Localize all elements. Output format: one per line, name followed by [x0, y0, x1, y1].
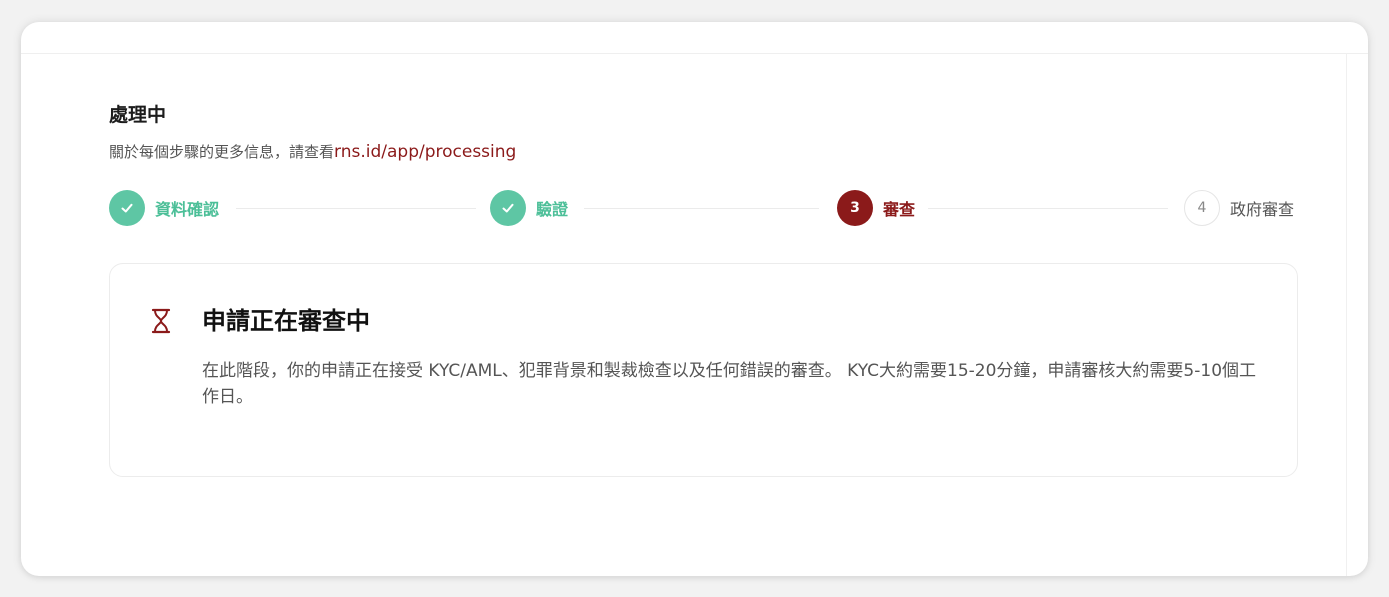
- page-subtitle: 關於每個步驟的更多信息，請查看rns.id/app/processing: [109, 142, 516, 162]
- check-icon: [502, 203, 514, 213]
- step-connector: [236, 208, 476, 209]
- step-connector: [928, 208, 1168, 209]
- step-label: 資料確認: [155, 200, 220, 219]
- page-title: 處理中: [109, 104, 167, 126]
- processing-info-link[interactable]: rns.id/app/processing: [334, 142, 516, 162]
- panel-heading: 申請正在審查中: [202, 307, 370, 335]
- step-connector: [584, 208, 819, 209]
- step-data-confirmation: 資料確認: [109, 190, 219, 226]
- divider: [21, 53, 1368, 54]
- processing-card: 處理中 關於每個步驟的更多信息，請查看rns.id/app/processing…: [21, 22, 1368, 576]
- step-number: 3: [837, 190, 873, 226]
- step-label: 審查: [883, 200, 916, 219]
- step-review: 3 審查: [837, 190, 915, 226]
- check-icon: [121, 203, 133, 213]
- step-number: 4: [1184, 190, 1220, 226]
- step-label: 驗證: [536, 200, 569, 219]
- step-verification: 驗證: [490, 190, 568, 226]
- step-status-circle: [109, 190, 145, 226]
- divider: [1346, 53, 1347, 576]
- step-label: 政府審查: [1230, 200, 1295, 219]
- step-government-review: 4 政府審查: [1184, 190, 1294, 226]
- panel-description: 在此階段，你的申請正在接受 KYC/AML、犯罪背景和製裁檢查以及任何錯誤的審查…: [202, 361, 1257, 407]
- step-status-circle: [490, 190, 526, 226]
- review-status-panel: 申請正在審查中 在此階段，你的申請正在接受 KYC/AML、犯罪背景和製裁檢查以…: [109, 263, 1298, 477]
- hourglass-icon: [151, 308, 171, 334]
- subtitle-text: 關於每個步驟的更多信息，請查看: [109, 143, 335, 161]
